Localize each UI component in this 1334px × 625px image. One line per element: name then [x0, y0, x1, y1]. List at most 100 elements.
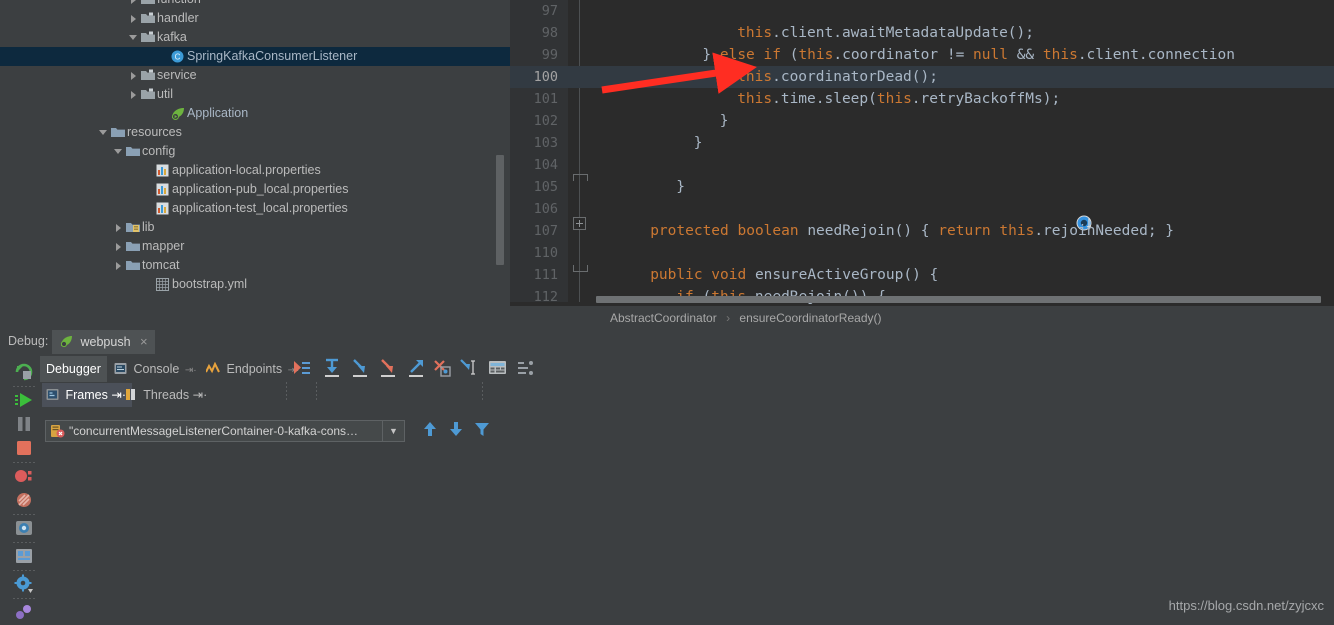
tree-item-label: application-test_local.properties — [172, 201, 348, 215]
tree-item-tomcat[interactable]: tomcat — [0, 256, 510, 275]
resume-program-icon[interactable] — [14, 390, 36, 412]
mute-breakpoints-icon[interactable] — [14, 490, 36, 512]
sort-up-icon[interactable] — [420, 419, 440, 442]
code-line-102[interactable]: 102} — [510, 110, 1334, 132]
code-editor[interactable]: 97 98 this.client.awaitMetadataUpdate(); 99… — [510, 0, 1334, 330]
subtab-threads-pin[interactable]: ⇥· — [193, 388, 208, 402]
tab-debugger[interactable]: Debugger — [40, 356, 107, 382]
chevron-down-icon[interactable] — [99, 123, 110, 142]
code-text: } else if (this.coordinator != null && t… — [702, 47, 1235, 63]
layout-settings-icon[interactable] — [14, 546, 36, 568]
code-line-105[interactable]: 105} — [510, 176, 1334, 198]
project-tree-scrollbar[interactable] — [496, 155, 504, 265]
chevron-right-icon[interactable] — [129, 0, 140, 9]
chevron-down-icon[interactable]: ▼ — [382, 421, 404, 441]
tree-item-service[interactable]: service — [0, 66, 510, 85]
chevron-right-icon[interactable] — [129, 85, 140, 104]
folder-res-icon — [125, 142, 142, 161]
tree-item-label: bootstrap.yml — [172, 277, 248, 291]
tree-item-label: service — [157, 68, 197, 82]
tree-item-config[interactable]: config — [0, 142, 510, 161]
subtab-threads[interactable]: Threads ⇥· — [120, 383, 213, 407]
settings-list-icon[interactable] — [516, 358, 536, 381]
debug-subtabs[interactable]: Frames ⇥· Threads ⇥· — [40, 382, 510, 408]
project-tree[interactable]: function handler kafka C SpringKafkaConsumer… — [0, 0, 510, 330]
tree-item-handler[interactable]: handler — [0, 9, 510, 28]
chevron-right-icon[interactable] — [114, 218, 125, 237]
close-icon[interactable]: × — [140, 330, 148, 354]
chevron-right-icon[interactable] — [129, 9, 140, 28]
drop-frame-icon[interactable] — [432, 358, 452, 381]
tree-item-application-test-local-properties[interactable]: application-test_local.properties — [0, 199, 510, 218]
tree-item-bootstrap-yml[interactable]: bootstrap.yml — [0, 275, 510, 294]
stop-icon[interactable] — [14, 438, 36, 460]
tree-item-resources[interactable]: resources — [0, 123, 510, 142]
chevron-right-icon[interactable] — [114, 237, 125, 256]
tree-item-kafka[interactable]: kafka — [0, 28, 510, 47]
debug-tool-window: Debug: webpush × Debugger Console ⇥· End… — [0, 330, 1334, 625]
run-to-cursor-icon[interactable] — [458, 358, 478, 381]
step-into-icon[interactable] — [350, 358, 370, 381]
view-breakpoints-icon[interactable] — [14, 466, 36, 488]
tree-item-label: SpringKafkaConsumerListener — [187, 49, 358, 63]
code-line-110[interactable]: 110 — [510, 242, 1334, 264]
sort-down-icon[interactable] — [446, 419, 466, 442]
code-line-101[interactable]: 101 this.time.sleep(this.retryBackoffMs); — [510, 88, 1334, 110]
breadcrumb[interactable]: AbstractCoordinator › ensureCoordinatorR… — [510, 306, 1334, 330]
force-step-into-icon[interactable] — [378, 358, 398, 381]
tree-item-application-pub-local-properties[interactable]: application-pub_local.properties — [0, 180, 510, 199]
tree-item-lib[interactable]: lib — [0, 218, 510, 237]
tree-item-function[interactable]: function — [0, 0, 510, 9]
tab-console-pin[interactable]: ⇥· — [185, 365, 197, 376]
tree-item-springkafkaconsumerlistener[interactable]: C SpringKafkaConsumerListener — [0, 47, 510, 66]
code-line-98[interactable]: 98 this.client.awaitMetadataUpdate(); — [510, 22, 1334, 44]
code-line-100[interactable]: 100 this.coordinatorDead(); — [510, 66, 1334, 88]
debug-tabs[interactable]: Debugger Console ⇥· Endpoints ⇥· — [40, 354, 533, 402]
subtab-frames[interactable]: Frames ⇥· — [42, 383, 132, 407]
properties-file-icon — [155, 161, 172, 180]
code-text: this.client.awaitMetadataUpdate(); — [737, 25, 1035, 41]
tree-item-util[interactable]: util — [0, 85, 510, 104]
code-line-107[interactable]: 107 protected boolean needRejoin() { retu… — [510, 220, 1334, 242]
debug-session-name: webpush — [80, 335, 131, 349]
get-thread-dump-icon[interactable] — [14, 518, 36, 540]
thread-selector-value: "concurrentMessageListenerContainer-0-ka… — [69, 424, 359, 438]
debug-label: Debug: — [8, 334, 49, 348]
tree-item-label: resources — [127, 125, 182, 139]
rerun-icon[interactable] — [14, 362, 36, 384]
filter-icon[interactable] — [472, 419, 492, 442]
editor-horizontal-scrollbar[interactable] — [596, 296, 1334, 303]
code-line-111[interactable]: 111 public void ensureActiveGroup() { — [510, 264, 1334, 286]
debug-left-toolbar[interactable] — [10, 354, 40, 625]
code-text: } — [693, 135, 703, 151]
step-over-icon[interactable] — [322, 358, 342, 381]
line-number: 103 — [533, 135, 558, 151]
tree-item-label: util — [157, 87, 173, 101]
tree-item-label: config — [142, 144, 176, 158]
code-line-97[interactable]: 97 — [510, 0, 1334, 22]
step-out-icon[interactable] — [406, 358, 426, 381]
show-execution-point-icon[interactable] — [292, 358, 312, 381]
settings-gear-icon[interactable] — [14, 574, 36, 596]
breadcrumb-class[interactable]: AbstractCoordinator — [610, 311, 717, 325]
evaluate-expression-icon[interactable] — [488, 358, 508, 381]
tab-endpoints[interactable]: Endpoints ⇥· — [200, 356, 305, 382]
async-stacktrace-icon[interactable] — [14, 602, 36, 624]
tree-item-mapper[interactable]: mapper — [0, 237, 510, 256]
tree-item-application[interactable]: Application — [0, 104, 510, 123]
chevron-down-icon[interactable] — [129, 28, 140, 47]
folder-java-icon — [140, 28, 157, 47]
code-line-104[interactable]: 104 — [510, 154, 1334, 176]
code-line-99[interactable]: 99} else if (this.coordinator != null &&… — [510, 44, 1334, 66]
code-line-106[interactable]: 106 — [510, 198, 1334, 220]
thread-selector[interactable]: "concurrentMessageListenerContainer-0-ka… — [45, 420, 405, 442]
debug-session-tab[interactable]: webpush × — [52, 330, 155, 354]
chevron-right-icon[interactable] — [114, 256, 125, 275]
tree-item-application-local-properties[interactable]: application-local.properties — [0, 161, 510, 180]
pause-program-icon[interactable] — [14, 414, 36, 436]
tab-console[interactable]: Console ⇥· — [108, 356, 203, 382]
breadcrumb-method[interactable]: ensureCoordinatorReady() — [739, 311, 881, 325]
chevron-right-icon[interactable] — [129, 66, 140, 85]
chevron-down-icon[interactable] — [114, 142, 125, 161]
code-line-103[interactable]: 103} — [510, 132, 1334, 154]
